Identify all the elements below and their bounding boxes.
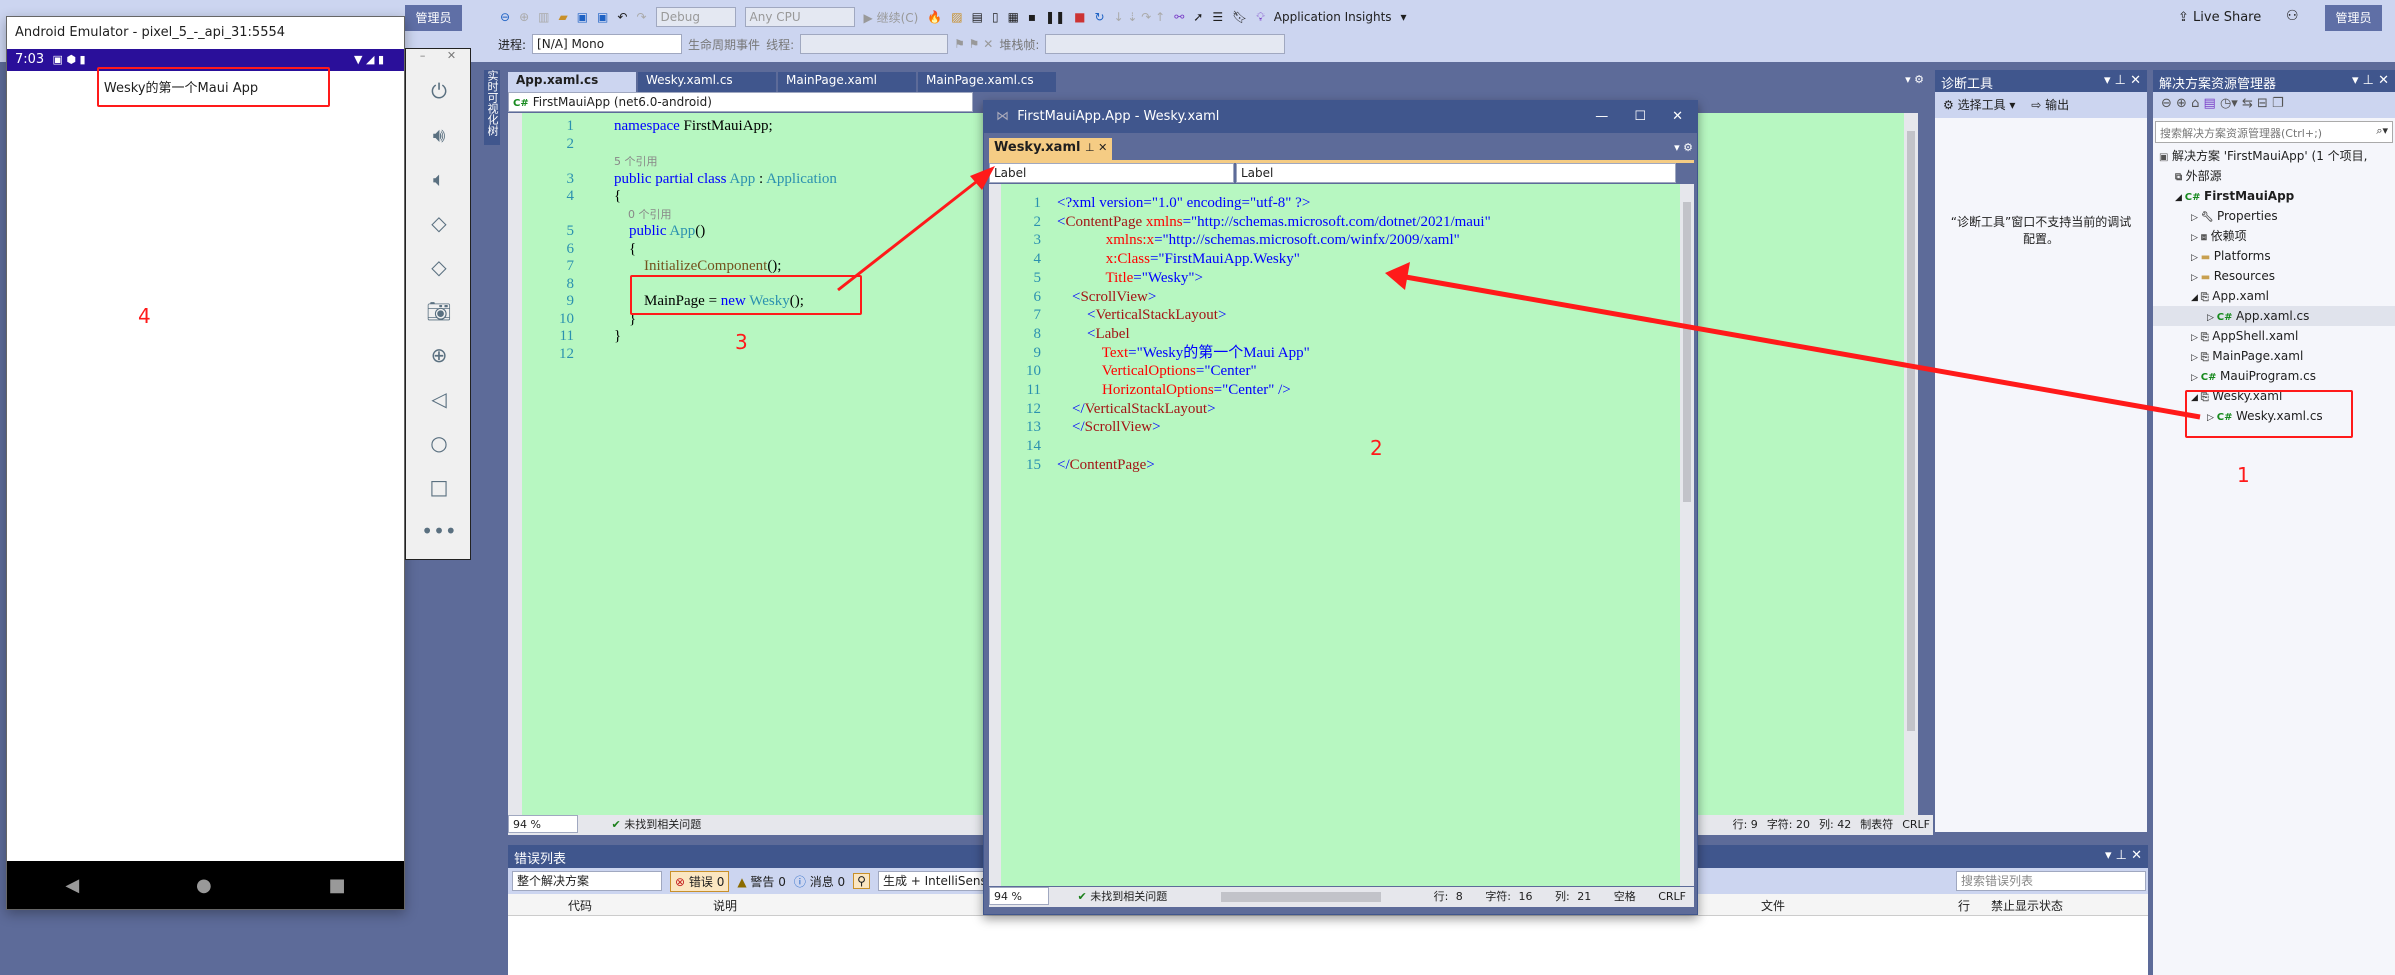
- arrow-head: [970, 166, 995, 190]
- arrow-to-wesky-tab: [837, 173, 986, 292]
- annotation-arrows: [837, 166, 2201, 420]
- arrow-head: [1385, 262, 1410, 290]
- arrow-to-xaml: [1399, 273, 2201, 420]
